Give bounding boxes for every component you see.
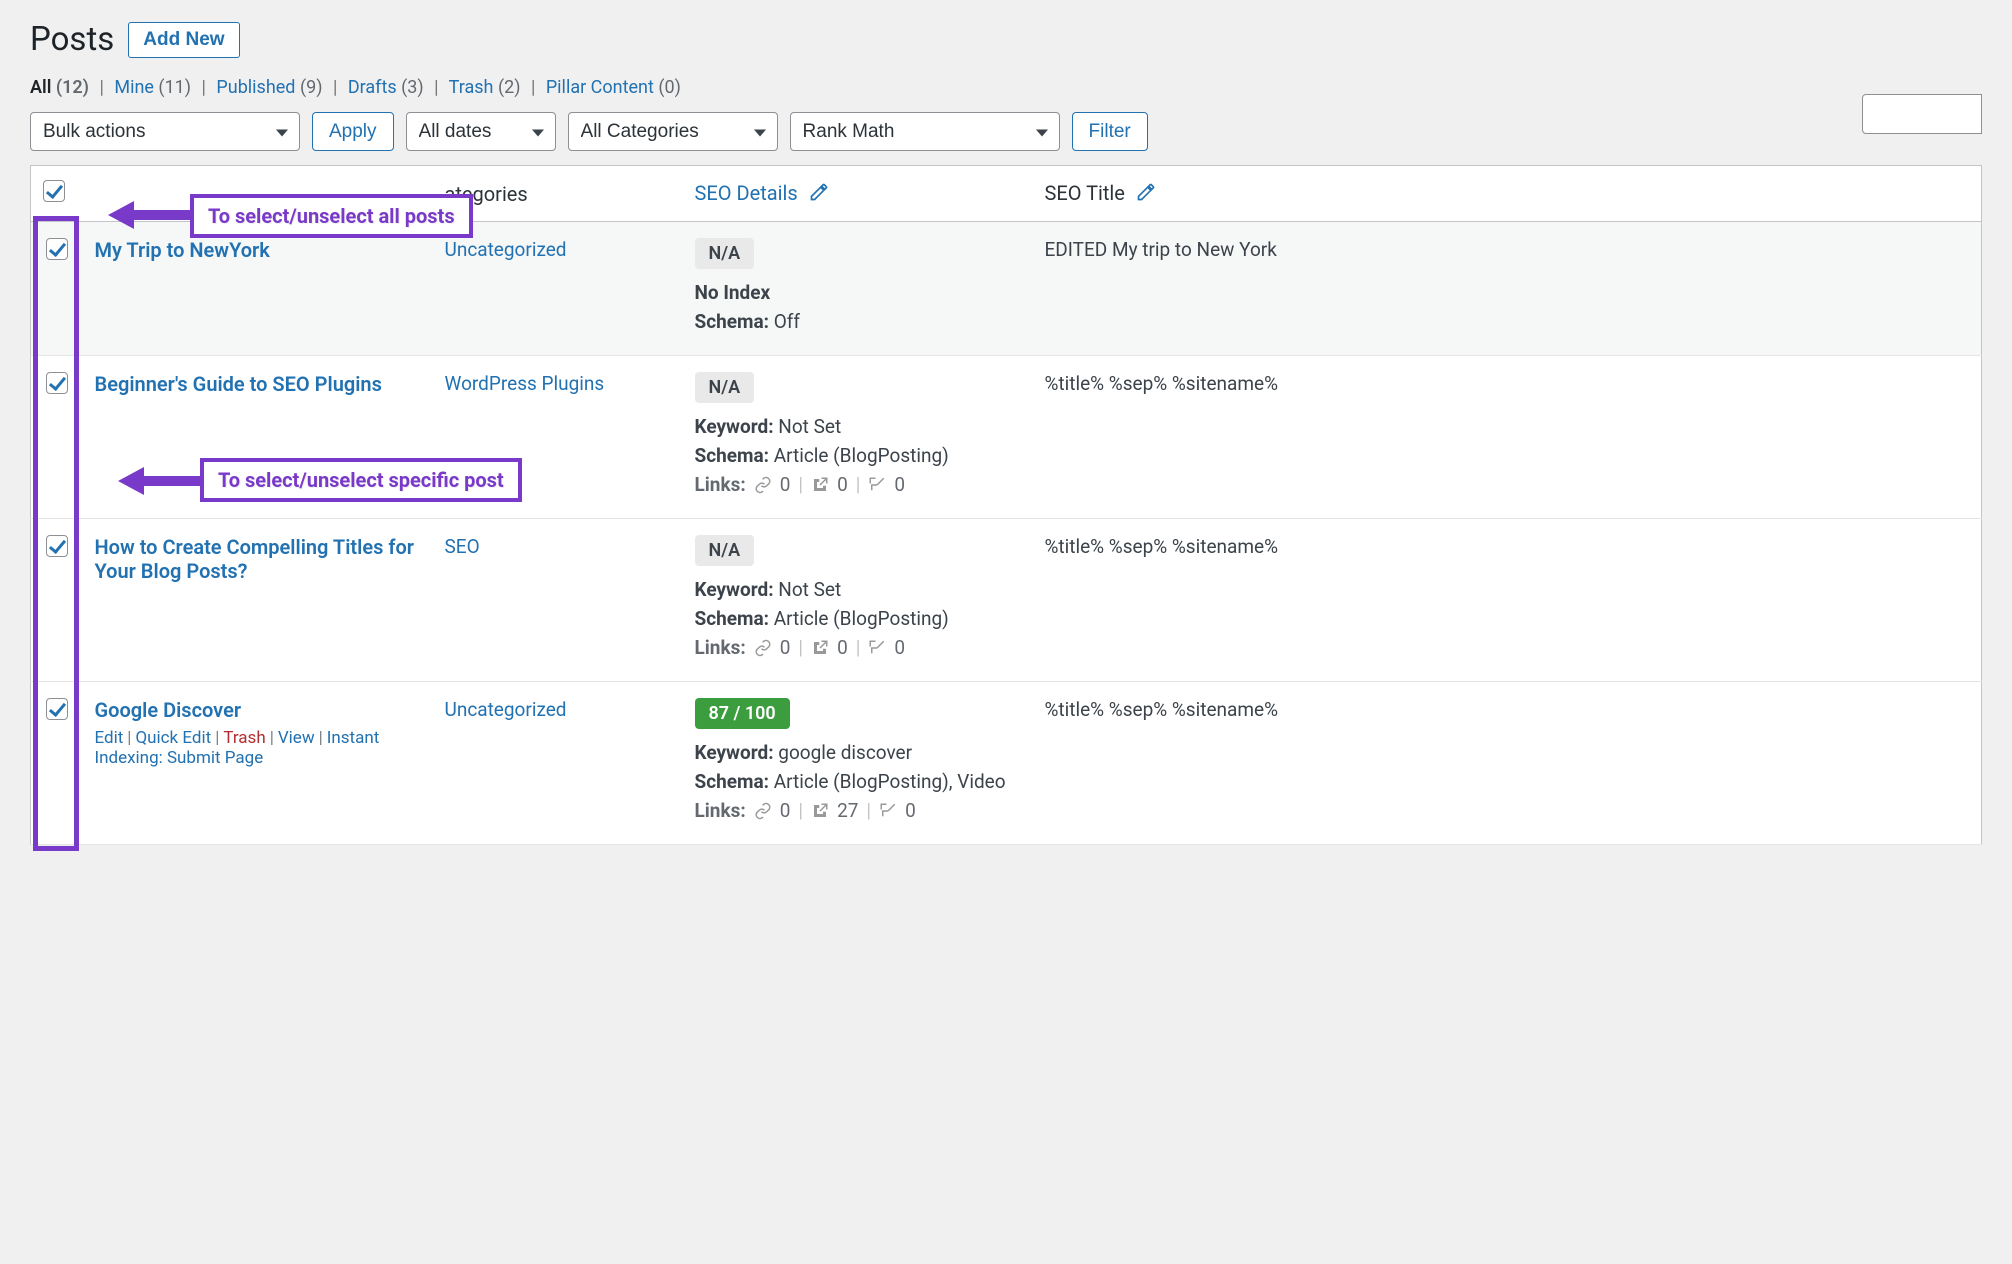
seo-score-badge: 87 / 100 [695,698,790,729]
category-link[interactable]: WordPress Plugins [445,372,605,395]
keyword-line: Keyword: google discover [695,741,1021,764]
incoming-link-icon [868,639,886,657]
row-checkbox[interactable] [46,535,68,557]
filter-all[interactable]: All (12) [30,77,93,98]
table-row: How to Create Compelling Titles for Your… [31,519,1982,682]
row-actions: Edit|Quick Edit|Trash|View|Instant Index… [95,728,421,768]
apply-button[interactable]: Apply [312,112,394,151]
add-new-button[interactable]: Add New [128,22,239,58]
row-checkbox[interactable] [46,698,68,720]
no-index-label: No Index [695,281,1021,304]
keyword-line: Keyword: Not Set [695,578,1021,601]
links-line: Links: 0 | 0 | 0 [695,473,1021,496]
category-link[interactable]: Uncategorized [445,238,567,261]
schema-line: Schema: Article (BlogPosting) [695,444,1021,467]
column-seo-details[interactable]: SEO Details [683,166,1033,222]
external-link-icon [811,476,829,494]
filter-trash[interactable]: Trash (2) [449,77,525,98]
links-line: Links: 0 | 27 | 0 [695,799,1021,822]
view-link[interactable]: View [278,728,315,748]
keyword-line: Keyword: Not Set [695,415,1021,438]
categories-select[interactable]: All Categories [568,112,778,151]
links-line: Links: 0 | 0 | 0 [695,636,1021,659]
seo-score-badge: N/A [695,238,755,269]
seo-score-badge: N/A [695,535,755,566]
post-title-link[interactable]: Beginner's Guide to SEO Plugins [95,372,382,396]
schema-line: Schema: Article (BlogPosting) [695,607,1021,630]
filter-published[interactable]: Published (9) [216,77,327,98]
external-link-icon [811,802,829,820]
annotation-select-one: To select/unselect specific post [200,458,522,502]
table-row: My Trip to NewYork Uncategorized N/A No Ind… [31,222,1982,356]
schema-line: Schema: Article (BlogPosting), Video [695,770,1021,793]
category-link[interactable]: SEO [445,535,480,558]
external-link-icon [811,639,829,657]
incoming-link-icon [868,476,886,494]
link-icon [754,476,772,494]
post-title-link[interactable]: Google Discover [95,698,242,722]
seo-title-cell: %title% %sep% %sitename% [1033,682,1982,845]
seo-score-badge: N/A [695,372,755,403]
posts-table: ategories SEO Details SEO Title My Trip … [30,165,1982,845]
incoming-link-icon [879,802,897,820]
schema-line: Schema: Off [695,310,1021,333]
post-title-link[interactable]: My Trip to NewYork [95,238,270,262]
seo-title-cell: EDITED My trip to New York [1033,222,1982,356]
seo-title-cell: %title% %sep% %sitename% [1033,519,1982,682]
quick-edit-link[interactable]: Quick Edit [135,728,211,748]
row-checkbox[interactable] [46,372,68,394]
filter-button[interactable]: Filter [1072,112,1148,151]
seo-title-cell: %title% %sep% %sitename% [1033,356,1982,519]
bulk-actions-select[interactable]: Bulk actions [30,112,300,151]
edit-link[interactable]: Edit [95,728,124,748]
pencil-icon[interactable] [809,182,829,207]
search-input[interactable] [1862,94,1982,134]
post-title-link[interactable]: How to Create Compelling Titles for Your… [95,535,414,583]
category-link[interactable]: Uncategorized [445,698,567,721]
pencil-icon[interactable] [1136,182,1156,207]
row-checkbox[interactable] [46,238,68,260]
annotation-select-all: To select/unselect all posts [190,194,473,238]
column-seo-title[interactable]: SEO Title [1033,166,1982,222]
rankmath-select[interactable]: Rank Math [790,112,1060,151]
page-title: Posts [30,20,114,59]
filter-pillar[interactable]: Pillar Content (0) [546,77,681,98]
trash-link[interactable]: Trash [223,728,265,748]
filter-links: All (12) | Mine (11) | Published (9) | D… [30,77,1982,98]
select-all-checkbox[interactable] [43,180,65,202]
filter-mine[interactable]: Mine (11) [114,77,195,98]
link-icon [754,639,772,657]
link-icon [754,802,772,820]
table-row: Google Discover Edit|Quick Edit|Trash|Vie… [31,682,1982,845]
filter-drafts[interactable]: Drafts (3) [348,77,428,98]
dates-select[interactable]: All dates [406,112,556,151]
